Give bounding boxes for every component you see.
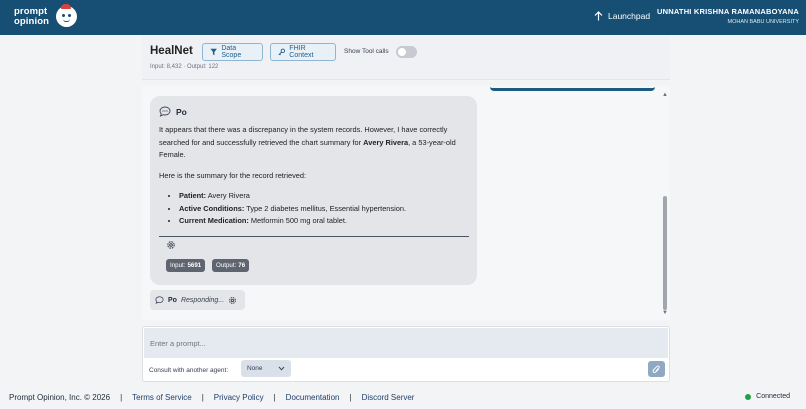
responding-status: Responding... <box>180 296 225 304</box>
previous-message-edge <box>490 87 655 91</box>
message-paragraph-2: Here is the summary for the record retri… <box>159 170 307 180</box>
data-scope-label: Data Scope <box>221 45 242 59</box>
mascot-icon <box>56 4 77 27</box>
launchpad-link[interactable]: Launchpad <box>594 9 650 23</box>
footer-separator: | <box>120 393 123 402</box>
output-token-value: 76 <box>238 262 246 269</box>
agent-name: Po <box>176 106 187 117</box>
prompt-opinion-logo[interactable]: prompt opinion <box>14 4 84 30</box>
consult-agent-selected: None <box>247 365 263 372</box>
summary-item-patient: Patient: Avery Rivera <box>179 190 469 203</box>
show-tool-calls-label: Show Tool calls <box>344 48 389 55</box>
key-icon <box>278 48 286 56</box>
summary-item-value: Avery Rivera <box>206 191 250 200</box>
logo-wordmark: prompt opinion <box>14 7 49 26</box>
agent-title: HealNet <box>150 45 193 57</box>
paperclip-icon <box>652 365 660 373</box>
logo-text-line2: opinion <box>14 15 49 27</box>
connection-status-text: Connected <box>756 393 790 400</box>
scroll-down-arrow-icon[interactable]: ▼ <box>662 310 668 316</box>
chat-area: Po It appears that there was a discrepan… <box>142 86 670 320</box>
gear-icon[interactable] <box>166 240 176 250</box>
toggle-knob <box>398 48 406 56</box>
summary-item-value: Metformin 500 mg oral tablet. <box>248 216 347 225</box>
summary-item-label: Active Conditions: <box>179 203 245 213</box>
scrollbar-thumb[interactable] <box>663 196 667 310</box>
message-body: It appears that there was a discrepancy … <box>159 124 469 228</box>
input-token-badge: Input: 5691 <box>166 259 206 272</box>
discord-server-link[interactable]: Discord Server <box>362 393 415 402</box>
footer-separator: | <box>201 393 204 402</box>
copyright-text: Prompt Opinion, Inc. © 2026 <box>9 393 111 402</box>
user-profile[interactable]: UNNATHI KRISHNA RAMANABOYANA MOHAN BABU … <box>657 7 799 25</box>
chat-bubble-icon <box>159 106 171 117</box>
chevron-down-icon <box>278 366 285 371</box>
agent-message-bubble: Po It appears that there was a discrepan… <box>150 96 477 285</box>
top-navigation-bar: prompt opinion Launchpad UNNATHI KRISHNA… <box>0 0 806 35</box>
footer: Prompt Opinion, Inc. © 2026 | Terms of S… <box>9 393 414 402</box>
responding-agent-name: Po <box>168 296 177 304</box>
summary-item-label: Patient: <box>179 191 207 200</box>
message-divider <box>159 236 469 237</box>
spinner-gear-icon <box>229 296 237 304</box>
footer-separator: | <box>273 393 276 402</box>
fhir-context-label: FHIR Context <box>289 45 314 59</box>
connection-status: Connected <box>745 393 790 400</box>
summary-item-value: Type 2 diabetes mellitus, Essential hype… <box>244 203 407 213</box>
summary-item-label: Current Medication: <box>179 216 249 225</box>
output-token-label: Output: <box>216 262 237 269</box>
patient-name-bold: Avery Rivera <box>363 137 409 147</box>
summary-item-medication: Current Medication: Metformin 500 mg ora… <box>179 215 469 228</box>
consult-agent-label: Consult with another agent: <box>149 367 229 374</box>
status-dot-icon <box>745 393 752 400</box>
fhir-context-button[interactable]: FHIR Context <box>270 43 336 61</box>
scroll-up-arrow-icon[interactable]: ▲ <box>662 92 668 98</box>
attach-button[interactable] <box>648 361 665 377</box>
privacy-policy-link[interactable]: Privacy Policy <box>214 393 264 402</box>
summary-item-conditions: Active Conditions: Type 2 diabetes melli… <box>179 203 469 216</box>
filter-icon <box>210 48 217 56</box>
footer-separator: | <box>349 393 352 402</box>
prompt-composer: Consult with another agent: None <box>142 326 670 382</box>
terms-of-service-link[interactable]: Terms of Service <box>132 393 192 402</box>
message-header: Po <box>159 106 187 117</box>
user-name: UNNATHI KRISHNA RAMANABOYANA <box>657 7 799 16</box>
chat-scrollbar[interactable]: ▲ ▼ <box>662 90 668 318</box>
user-organization: MOHAN BABU UNIVERSITY <box>727 19 799 25</box>
documentation-link[interactable]: Documentation <box>286 393 340 402</box>
output-token-badge: Output: 76 <box>212 259 250 272</box>
show-tool-calls-toggle[interactable] <box>396 46 417 58</box>
launchpad-label: Launchpad <box>608 11 651 21</box>
consult-agent-select[interactable]: None <box>241 360 291 377</box>
responding-indicator: Po Responding... <box>150 290 245 310</box>
input-token-value: 5691 <box>187 262 202 269</box>
summary-list: Patient: Avery Rivera Active Conditions:… <box>179 190 469 228</box>
input-token-label: Input: <box>170 262 186 269</box>
prompt-input[interactable] <box>144 328 668 358</box>
message-paragraph-1: It appears that there was a discrepancy … <box>159 124 469 162</box>
agent-header: HealNet Data Scope FHIR Context Show Too… <box>142 36 670 80</box>
arrow-up-icon <box>594 11 603 21</box>
data-scope-button[interactable]: Data Scope <box>202 43 263 61</box>
chat-bubble-icon <box>155 296 164 304</box>
session-token-count: Input: 8,432 · Output: 122 <box>150 64 219 70</box>
